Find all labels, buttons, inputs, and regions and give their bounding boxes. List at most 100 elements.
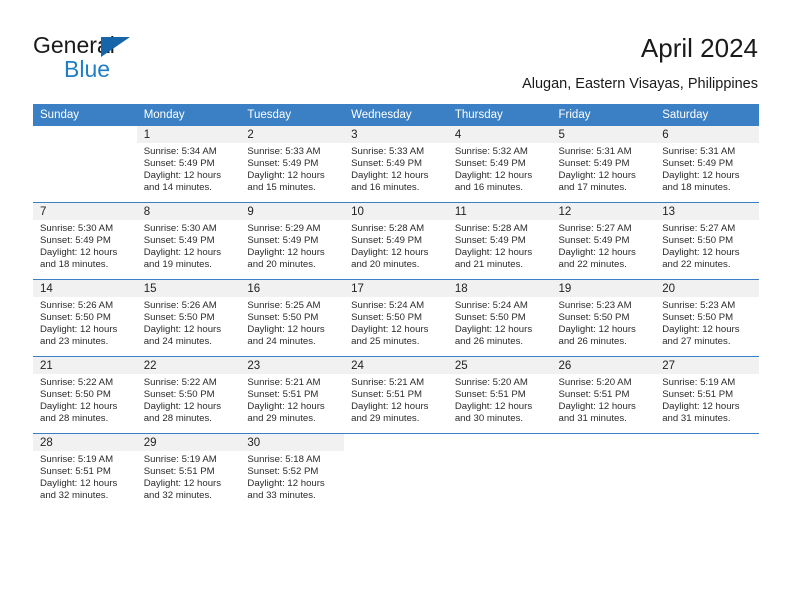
day-detail-line: and 31 minutes.: [662, 413, 731, 425]
logo-triangle-icon: [101, 37, 130, 57]
day-detail-line: Sunset: 5:50 PM: [40, 389, 111, 401]
day-detail-line: Daylight: 12 hours: [558, 170, 636, 182]
day-number: [33, 126, 137, 128]
day-detail-line: Sunset: 5:51 PM: [247, 389, 319, 401]
calendar-day-cell[interactable]: 25 Sunrise: 5:20 AM Sunset: 5:51 PM Dayligh…: [447, 356, 552, 434]
day-cell-inner: [551, 434, 656, 510]
day-cell-inner: 13 Sunrise: 5:27 AM Sunset: 5:50 PM Dayligh…: [655, 203, 759, 279]
calendar-day-cell[interactable]: 4 Sunrise: 5:32 AM Sunset: 5:49 PM Daylight…: [447, 126, 552, 203]
calendar-day-cell[interactable]: 15 Sunrise: 5:26 AM Sunset: 5:50 PM Dayligh…: [136, 279, 241, 357]
day-number-band: 20: [655, 280, 759, 297]
day-number-band: 23: [240, 357, 345, 374]
calendar-day-cell[interactable]: 27 Sunrise: 5:19 AM Sunset: 5:51 PM Dayligh…: [655, 356, 759, 434]
calendar-day-cell[interactable]: 10 Sunrise: 5:28 AM Sunset: 5:49 PM Dayligh…: [344, 202, 448, 280]
calendar-day-cell-empty: [33, 126, 137, 203]
day-cell-inner: [655, 434, 759, 510]
day-number-band: 16: [240, 280, 345, 297]
day-cell-inner: 18 Sunrise: 5:24 AM Sunset: 5:50 PM Dayligh…: [447, 280, 552, 356]
calendar-day-cell[interactable]: 7 Sunrise: 5:30 AM Sunset: 5:49 PM Daylight…: [33, 202, 137, 280]
day-number-band: 10: [344, 203, 448, 220]
day-number: 14: [40, 283, 53, 295]
day-cell-inner: 1 Sunrise: 5:34 AM Sunset: 5:49 PM Daylight…: [136, 126, 241, 202]
calendar-day-cell[interactable]: 30 Sunrise: 5:18 AM Sunset: 5:52 PM Dayligh…: [240, 433, 345, 510]
day-number-band: 27: [655, 357, 759, 374]
day-number: 27: [662, 360, 676, 372]
day-detail-line: Sunset: 5:49 PM: [143, 158, 215, 170]
day-number-band: 3: [344, 126, 448, 143]
calendar-day-cell[interactable]: 17 Sunrise: 5:24 AM Sunset: 5:50 PM Dayligh…: [344, 279, 448, 357]
day-number-band: 17: [344, 280, 448, 297]
day-cell-inner: 19 Sunrise: 5:23 AM Sunset: 5:50 PM Dayligh…: [551, 280, 656, 356]
calendar-day-cell[interactable]: 12 Sunrise: 5:27 AM Sunset: 5:49 PM Dayligh…: [551, 202, 656, 280]
calendar-day-cell[interactable]: 20 Sunrise: 5:23 AM Sunset: 5:50 PM Dayligh…: [655, 279, 759, 357]
day-cell-inner: 11 Sunrise: 5:28 AM Sunset: 5:49 PM Dayligh…: [447, 203, 552, 279]
day-detail-line: and 30 minutes.: [454, 413, 524, 425]
day-sun-details: Sunrise: 5:19 AM Sunset: 5:51 PM Daylight:…: [655, 374, 759, 425]
day-detail-line: Sunset: 5:49 PM: [662, 158, 734, 170]
day-number-band: 5: [551, 126, 656, 143]
calendar-day-cell[interactable]: 8 Sunrise: 5:30 AM Sunset: 5:49 PM Daylight…: [136, 202, 241, 280]
day-detail-line: Sunrise: 5:30 AM: [40, 223, 114, 234]
day-number: 20: [662, 283, 676, 295]
day-detail-line: Sunrise: 5:18 AM: [247, 454, 321, 465]
calendar-week-row: 28 Sunrise: 5:19 AM Sunset: 5:51 PM Dayligh…: [33, 433, 759, 510]
calendar-day-cell[interactable]: 2 Sunrise: 5:33 AM Sunset: 5:49 PM Daylight…: [240, 126, 345, 203]
calendar-day-cell[interactable]: 29 Sunrise: 5:19 AM Sunset: 5:51 PM Dayligh…: [136, 433, 241, 510]
day-detail-line: Sunrise: 5:31 AM: [558, 146, 632, 157]
day-detail-line: Sunrise: 5:19 AM: [662, 377, 736, 388]
day-cell-inner: 3 Sunrise: 5:33 AM Sunset: 5:49 PM Daylight…: [344, 126, 448, 202]
calendar-day-cell[interactable]: 14 Sunrise: 5:26 AM Sunset: 5:50 PM Dayligh…: [33, 279, 137, 357]
day-sun-details: Sunrise: 5:22 AM Sunset: 5:50 PM Daylight:…: [33, 374, 137, 425]
day-number: 11: [454, 206, 467, 218]
calendar-day-cell[interactable]: 21 Sunrise: 5:22 AM Sunset: 5:50 PM Dayligh…: [33, 356, 137, 434]
day-detail-line: and 20 minutes.: [247, 259, 316, 271]
calendar-day-cell[interactable]: 11 Sunrise: 5:28 AM Sunset: 5:49 PM Dayligh…: [447, 202, 552, 280]
day-cell-inner: 20 Sunrise: 5:23 AM Sunset: 5:50 PM Dayligh…: [655, 280, 759, 356]
weekday-header-saturday: Saturday: [655, 104, 759, 126]
day-detail-line: Daylight: 12 hours: [143, 401, 222, 413]
weekday-header-wednesday: Wednesday: [344, 104, 448, 126]
calendar-header-row: Sunday Monday Tuesday Wednesday Thursday Frid…: [33, 104, 759, 126]
day-sun-details: Sunrise: 5:25 AM Sunset: 5:50 PM Daylight:…: [240, 297, 344, 348]
day-detail-line: and 26 minutes.: [454, 336, 524, 348]
day-sun-details: [33, 143, 137, 146]
calendar-day-cell[interactable]: 5 Sunrise: 5:31 AM Sunset: 5:49 PM Daylight…: [551, 126, 656, 203]
day-sun-details: [655, 451, 759, 454]
day-number-band: 25: [447, 357, 552, 374]
calendar-day-cell[interactable]: 22 Sunrise: 5:22 AM Sunset: 5:50 PM Dayligh…: [136, 356, 241, 434]
day-detail-line: and 18 minutes.: [40, 259, 109, 271]
day-sun-details: Sunrise: 5:27 AM Sunset: 5:49 PM Daylight:…: [552, 220, 656, 271]
day-sun-details: Sunrise: 5:31 AM Sunset: 5:49 PM Daylight:…: [552, 143, 656, 194]
calendar-day-cell[interactable]: 6 Sunrise: 5:31 AM Sunset: 5:49 PM Daylight…: [655, 126, 759, 203]
day-detail-line: Daylight: 12 hours: [558, 401, 636, 413]
day-detail-line: Daylight: 12 hours: [247, 170, 325, 182]
day-detail-line: Sunrise: 5:26 AM: [143, 300, 217, 311]
day-detail-line: Daylight: 12 hours: [662, 324, 740, 336]
calendar-day-cell[interactable]: 1 Sunrise: 5:34 AM Sunset: 5:49 PM Daylight…: [136, 126, 241, 203]
day-number: [344, 434, 448, 436]
calendar-page: General Blue April 2024 Alugan, Eastern …: [0, 0, 792, 612]
calendar-day-cell[interactable]: 19 Sunrise: 5:23 AM Sunset: 5:50 PM Dayligh…: [551, 279, 656, 357]
day-cell-inner: 30 Sunrise: 5:18 AM Sunset: 5:52 PM Dayligh…: [240, 434, 345, 510]
calendar-day-cell[interactable]: 23 Sunrise: 5:21 AM Sunset: 5:51 PM Dayligh…: [240, 356, 345, 434]
day-detail-line: Sunset: 5:49 PM: [454, 235, 526, 247]
calendar-day-cell-empty: [655, 433, 759, 510]
day-number-band: 15: [136, 280, 241, 297]
day-detail-line: and 28 minutes.: [40, 413, 109, 425]
calendar-day-cell[interactable]: 3 Sunrise: 5:33 AM Sunset: 5:49 PM Daylight…: [344, 126, 448, 203]
day-detail-line: Daylight: 12 hours: [454, 324, 533, 336]
day-cell-inner: 22 Sunrise: 5:22 AM Sunset: 5:50 PM Dayligh…: [136, 357, 241, 433]
calendar-day-cell[interactable]: 28 Sunrise: 5:19 AM Sunset: 5:51 PM Dayligh…: [33, 433, 137, 510]
calendar-day-cell[interactable]: 16 Sunrise: 5:25 AM Sunset: 5:50 PM Dayligh…: [240, 279, 345, 357]
day-sun-details: Sunrise: 5:31 AM Sunset: 5:49 PM Daylight:…: [655, 143, 759, 194]
calendar-day-cell[interactable]: 24 Sunrise: 5:21 AM Sunset: 5:51 PM Dayligh…: [344, 356, 448, 434]
calendar-day-cell[interactable]: 9 Sunrise: 5:29 AM Sunset: 5:49 PM Daylight…: [240, 202, 345, 280]
calendar-day-cell[interactable]: 18 Sunrise: 5:24 AM Sunset: 5:50 PM Dayligh…: [447, 279, 552, 357]
day-sun-details: Sunrise: 5:30 AM Sunset: 5:49 PM Daylight:…: [33, 220, 137, 271]
day-sun-details: Sunrise: 5:27 AM Sunset: 5:50 PM Daylight:…: [655, 220, 759, 271]
day-detail-line: Daylight: 12 hours: [351, 247, 429, 259]
day-number-band: 14: [33, 280, 137, 297]
calendar-day-cell[interactable]: 13 Sunrise: 5:27 AM Sunset: 5:50 PM Dayligh…: [655, 202, 759, 280]
day-cell-inner: 16 Sunrise: 5:25 AM Sunset: 5:50 PM Dayligh…: [240, 280, 345, 356]
calendar-day-cell[interactable]: 26 Sunrise: 5:20 AM Sunset: 5:51 PM Dayligh…: [551, 356, 656, 434]
